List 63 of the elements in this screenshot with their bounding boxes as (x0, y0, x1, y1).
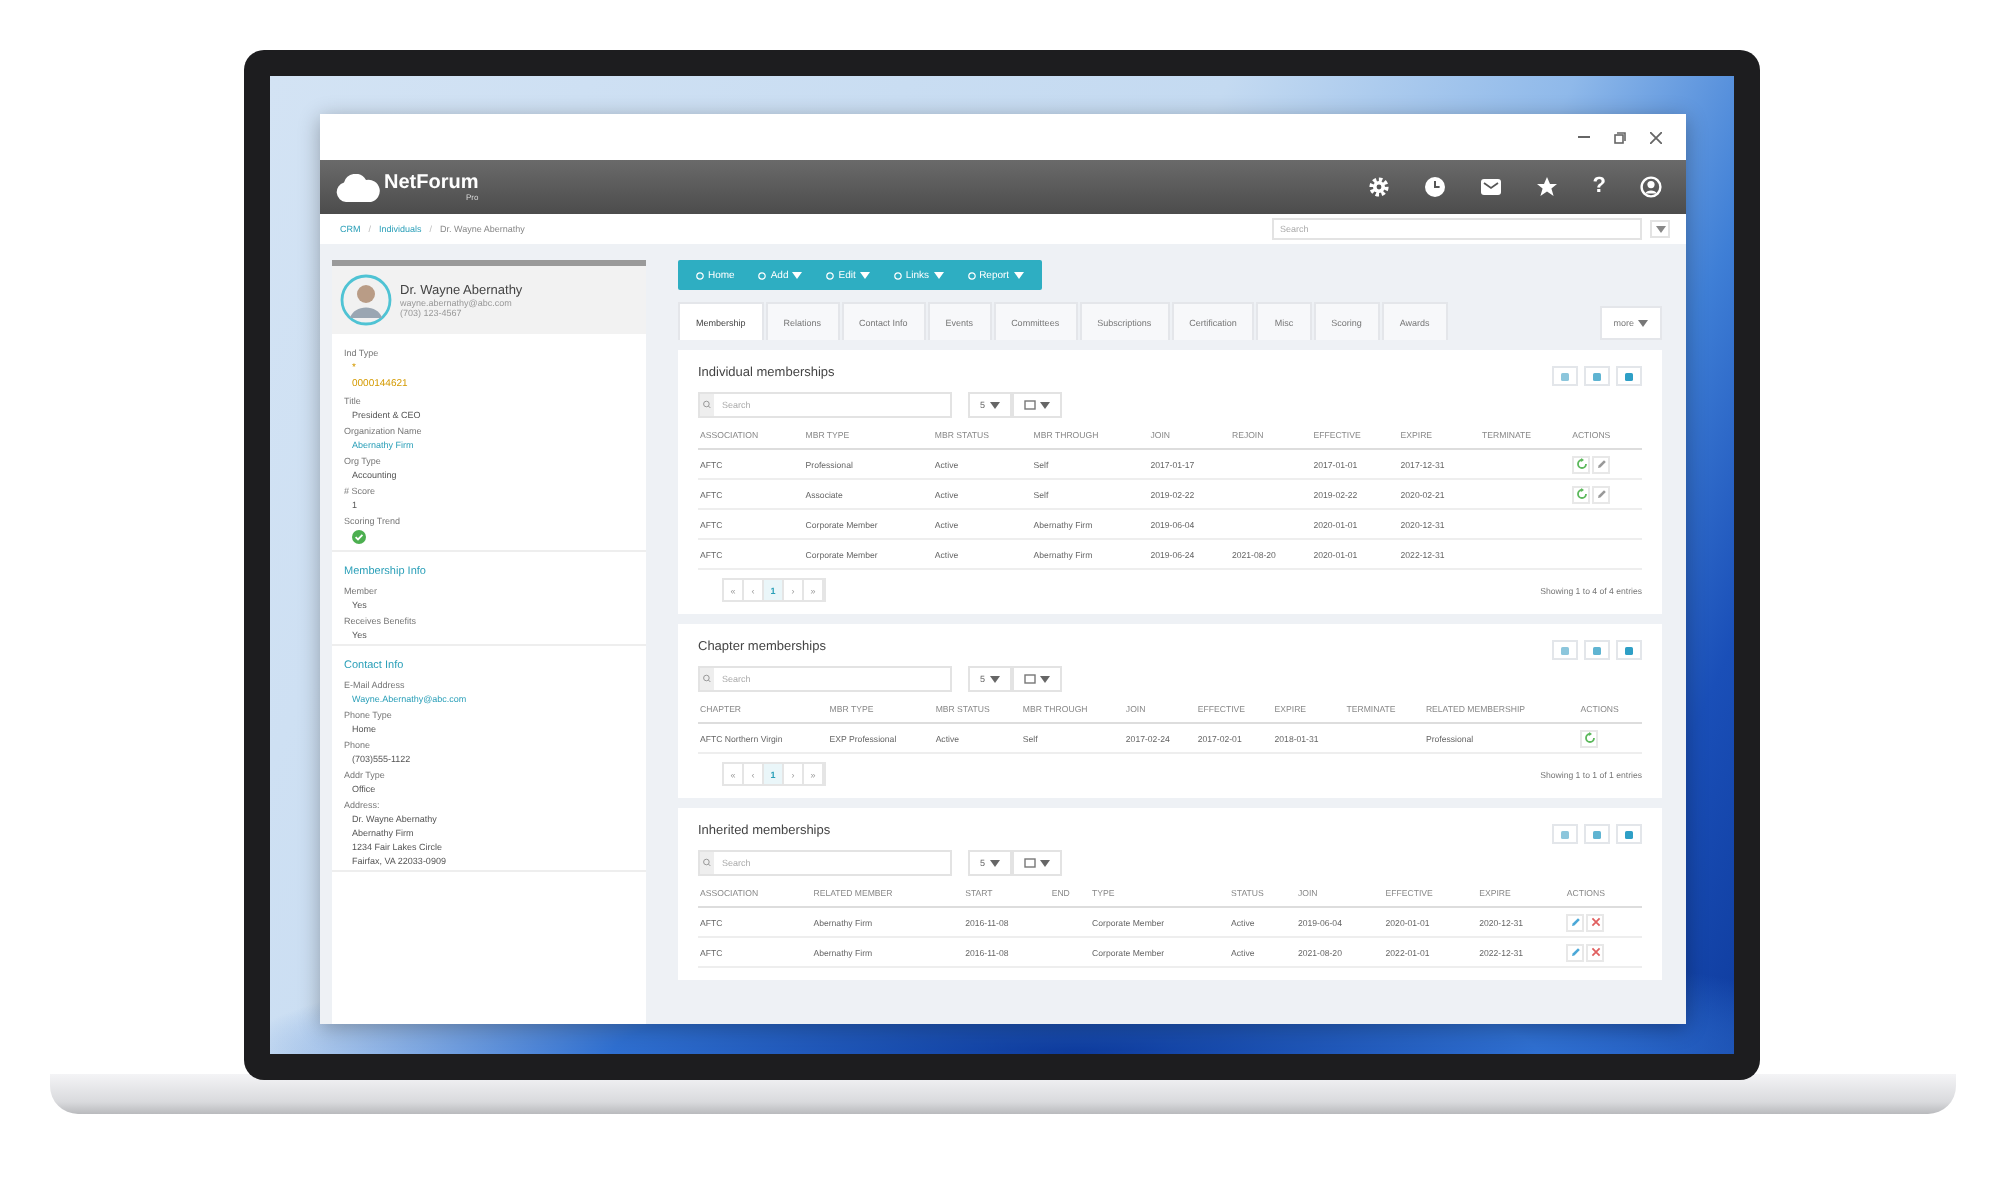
columns-dropdown[interactable] (1011, 850, 1062, 876)
edit-button[interactable] (1592, 455, 1611, 473)
card-action-button[interactable] (1584, 824, 1610, 844)
delete-icon (1589, 946, 1602, 958)
card-action-button[interactable] (1552, 824, 1578, 844)
card-action-button[interactable] (1552, 640, 1578, 660)
card-action-button[interactable] (1616, 366, 1642, 386)
mail-icon[interactable] (1480, 176, 1503, 198)
refresh-icon (1575, 458, 1588, 470)
view-button[interactable] (1566, 943, 1585, 961)
circle-icon (758, 271, 767, 279)
caret-icon (1013, 271, 1024, 279)
pencil-icon (1569, 946, 1582, 958)
clock-icon[interactable] (1424, 176, 1447, 198)
circle-icon (826, 271, 835, 279)
caret-icon (1638, 319, 1648, 327)
card-action-button[interactable] (1616, 640, 1642, 660)
caret-icon (989, 401, 1000, 409)
circle-icon (967, 271, 976, 279)
help-button[interactable]: ? (1592, 176, 1606, 198)
caret-icon (1039, 401, 1050, 409)
caret-icon (792, 271, 803, 279)
delete-button[interactable] (1586, 943, 1605, 961)
columns-dropdown[interactable] (1011, 666, 1062, 692)
avatar (340, 274, 392, 326)
circle-icon (696, 271, 704, 279)
star-icon[interactable] (1536, 176, 1559, 198)
caret-icon (859, 271, 870, 279)
delete-icon (1589, 916, 1602, 928)
renew-button[interactable] (1572, 485, 1591, 503)
refresh-icon (1583, 732, 1596, 744)
card-action-button[interactable] (1552, 366, 1578, 386)
restore-icon[interactable] (1614, 131, 1626, 143)
renew-button[interactable] (1580, 729, 1599, 747)
settings-icon[interactable] (1368, 176, 1391, 198)
columns-icon (1023, 400, 1036, 410)
close-icon[interactable] (1650, 131, 1662, 143)
search-options-button[interactable] (1650, 220, 1670, 238)
columns-icon (1023, 674, 1036, 684)
circle-icon (893, 271, 902, 279)
pencil-icon (1569, 916, 1582, 928)
columns-icon (1023, 858, 1036, 868)
logo-text: NetForum (384, 173, 479, 193)
pencil-icon (1595, 458, 1608, 470)
caret-icon (1039, 859, 1050, 867)
caret-icon (1655, 225, 1665, 233)
card-action-button[interactable] (1584, 366, 1610, 386)
columns-dropdown[interactable] (1011, 392, 1062, 418)
caret-icon (1039, 675, 1050, 683)
caret-icon (989, 859, 1000, 867)
caret-icon (989, 675, 1000, 683)
view-button[interactable] (1566, 913, 1585, 931)
cloud-icon (336, 173, 380, 201)
caret-icon (933, 271, 944, 279)
delete-button[interactable] (1586, 913, 1605, 931)
renew-button[interactable] (1572, 455, 1591, 473)
pencil-icon (1595, 488, 1608, 500)
card-action-button[interactable] (1584, 640, 1610, 660)
card-action-button[interactable] (1616, 824, 1642, 844)
check-circle-icon (352, 530, 366, 544)
edit-button[interactable] (1592, 485, 1611, 503)
refresh-icon (1575, 488, 1588, 500)
user-icon[interactable] (1640, 176, 1662, 198)
